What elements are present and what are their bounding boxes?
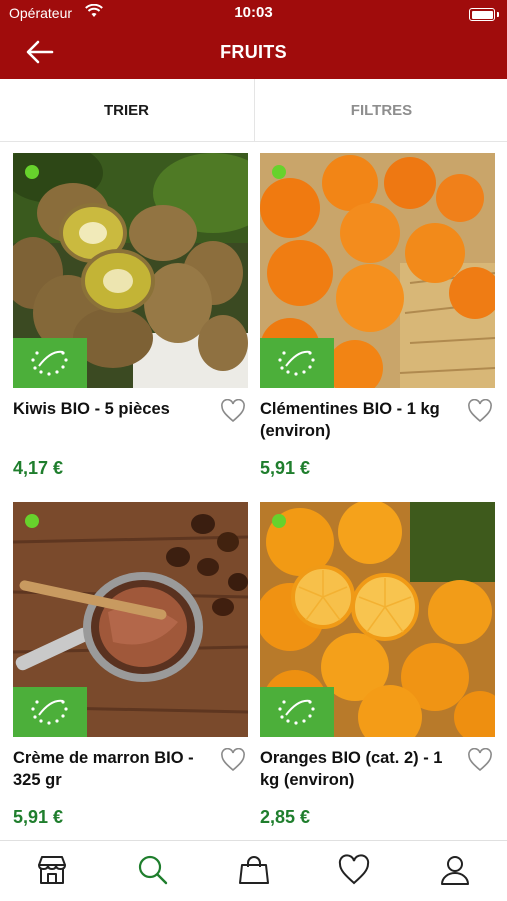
heart-icon[interactable] xyxy=(467,748,493,772)
heart-icon[interactable] xyxy=(467,399,493,423)
filter-button[interactable]: FILTRES xyxy=(254,79,507,141)
bag-icon[interactable] xyxy=(237,853,271,887)
product-price: 5,91 € xyxy=(260,458,311,478)
status-bar: Opérateur 10:03 xyxy=(0,0,507,26)
heart-icon[interactable] xyxy=(220,748,246,772)
availability-dot xyxy=(272,165,286,179)
heart-icon[interactable] xyxy=(337,853,371,887)
heart-icon[interactable] xyxy=(220,399,246,423)
availability-dot xyxy=(272,514,286,528)
product-price: 5,91 € xyxy=(13,807,64,827)
bottom-tab-bar xyxy=(0,840,507,901)
search-icon[interactable] xyxy=(136,853,170,887)
eu-organic-logo xyxy=(13,687,87,737)
page-title: FRUITS xyxy=(220,42,287,62)
product-price: 4,17 € xyxy=(13,458,64,478)
product-name[interactable]: Clémentines BIO - 1 kg (environ) xyxy=(260,398,460,442)
availability-dot xyxy=(25,514,39,528)
product-image-kiwis[interactable] xyxy=(13,153,248,388)
eu-organic-logo xyxy=(260,338,334,388)
battery-icon xyxy=(469,8,499,21)
product-image-oranges[interactable] xyxy=(260,502,495,737)
eu-organic-logo xyxy=(260,687,334,737)
eu-organic-logo xyxy=(13,338,87,388)
product-name[interactable]: Kiwis BIO - 5 pièces xyxy=(13,398,213,420)
product-name[interactable]: Crème de marron BIO - 325 gr xyxy=(13,747,213,791)
availability-dot xyxy=(25,165,39,179)
clock: 10:03 xyxy=(234,4,273,21)
user-icon[interactable] xyxy=(438,853,472,887)
sort-filter-bar: TRIER FILTRES xyxy=(0,79,507,142)
nav-bar: FRUITS xyxy=(0,26,507,79)
product-grid[interactable]: Kiwis BIO - 5 pièces 4,17 € Clémentines … xyxy=(0,142,507,840)
product-image-chestnut-cream[interactable] xyxy=(13,502,248,737)
sort-button[interactable]: TRIER xyxy=(0,79,253,141)
product-price: 2,85 € xyxy=(260,807,311,827)
product-image-clementines[interactable] xyxy=(260,153,495,388)
product-name[interactable]: Oranges BIO (cat. 2) - 1 kg (environ) xyxy=(260,747,460,791)
shop-icon[interactable] xyxy=(35,853,69,887)
